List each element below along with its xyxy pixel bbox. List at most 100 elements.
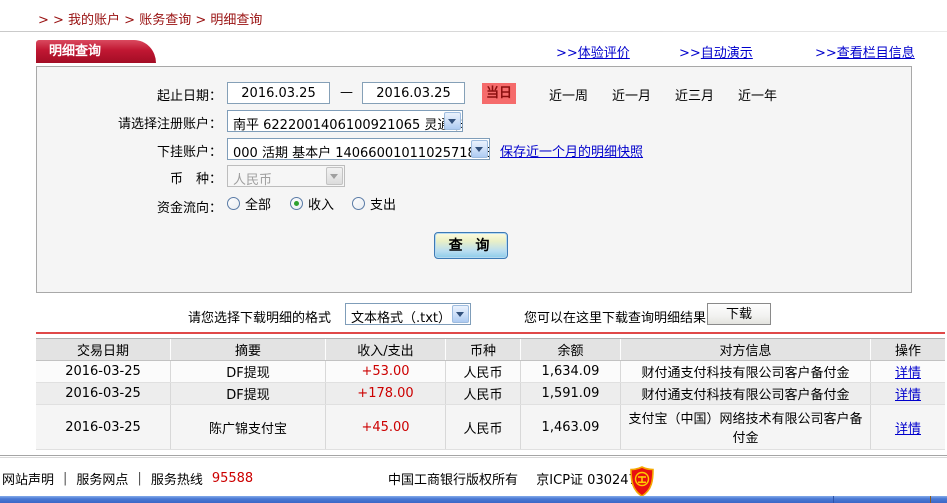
cell-summary: DF提现 [171, 361, 326, 382]
link-auto-demo[interactable]: >>自动演示 [679, 42, 753, 61]
date-range-label: 起止日期： [156, 89, 222, 104]
sub-account-select-value: 000 活期 基本户 1406600101102571848 [233, 146, 489, 161]
cell-currency: 人民币 [446, 405, 521, 449]
cell-currency: 人民币 [446, 361, 521, 382]
quick-range-year[interactable]: 近一年 [738, 85, 777, 104]
cell-counterparty: 财付通支付科技有限公司客户备付金 [621, 361, 871, 382]
query-button[interactable]: 查 询 [434, 232, 508, 259]
cell-summary: DF提现 [171, 383, 326, 404]
breadcrumb: > > 我的账户 > 账务查询 > 明细查询 [38, 13, 263, 28]
table-header-row: 交易日期 摘要 收入/支出 币种 余额 对方信息 操作 [36, 339, 945, 361]
date-separator: — [340, 85, 353, 100]
col-header-action: 操作 [894, 344, 921, 359]
col-header-counterparty: 对方信息 [621, 339, 871, 360]
detail-link[interactable]: 详情 [895, 362, 921, 381]
currency-label: 币 种： [169, 172, 222, 187]
account-select[interactable]: 南平 6222001406100921065 灵通卡 [227, 110, 463, 133]
link-prefix: >> [556, 46, 578, 61]
tab-label: 明细查询 [49, 44, 102, 59]
detail-link[interactable]: 详情 [895, 418, 921, 437]
sub-account-label: 下挂账户： [156, 145, 222, 160]
cell-amount: +178.00 [326, 383, 446, 404]
date-to-input[interactable] [362, 82, 465, 104]
chevron-down-icon [471, 140, 488, 158]
cell-counterparty: 财付通支付科技有限公司客户备付金 [621, 383, 871, 404]
footer-separator: | [63, 471, 68, 486]
account-label: 请选择注册账户： [117, 117, 222, 132]
radio-icon [290, 197, 303, 210]
table-row: 2016-03-25 DF提现 +53.00 人民币 1,634.09 财付通支… [36, 361, 945, 383]
cell-balance: 1,463.09 [521, 405, 621, 449]
date-from-input[interactable] [227, 82, 330, 104]
copyright-owner: 中国工商银行版权所有 [388, 473, 519, 488]
cell-amount: +45.00 [326, 405, 446, 449]
flow-radio-all[interactable]: 全部 [227, 194, 271, 213]
cell-balance: 1,591.09 [521, 383, 621, 404]
col-header-balance: 余额 [521, 339, 621, 360]
page: > > 我的账户 > 账务查询 > 明细查询 明细查询 >>体验评价 >>自动演… [0, 0, 947, 503]
quick-range-month[interactable]: 近一月 [612, 85, 651, 104]
cell-date: 2016-03-25 [36, 383, 171, 404]
flow-option-label: 支出 [370, 198, 397, 213]
flow-option-label: 全部 [245, 198, 272, 213]
footer-divider [0, 455, 947, 456]
footer-hotline-label[interactable]: 服务热线 [151, 469, 203, 488]
tab-detail-query: 明细查询 [36, 40, 156, 63]
download-format-select[interactable]: 文本格式（.txt） [345, 303, 471, 326]
footer-links: 网站声明 | 服务网点 | 服务热线 95588 [2, 469, 253, 488]
cell-currency: 人民币 [446, 383, 521, 404]
table-row: 2016-03-25 DF提现 +178.00 人民币 1,591.09 财付通… [36, 383, 945, 405]
download-button[interactable]: 下载 [707, 303, 771, 325]
account-select-value: 南平 6222001406100921065 灵通卡 [233, 118, 462, 133]
link-prefix: >> [815, 46, 837, 61]
query-form-panel: 起止日期： — 当日 近一周 近一月 近三月 近一年 请选择注册账户： 南平 6… [36, 66, 912, 293]
header-divider [0, 31, 947, 32]
link-experience-rating[interactable]: >>体验评价 [556, 42, 630, 61]
cell-date: 2016-03-25 [36, 361, 171, 382]
bottom-status-bar [0, 496, 947, 503]
cell-amount: +53.00 [326, 361, 446, 382]
link-label: 自动演示 [700, 46, 753, 61]
col-header-amount: 收入/支出 [326, 339, 446, 360]
footer-hotline-number: 95588 [211, 471, 254, 486]
link-label: 体验评价 [577, 46, 630, 61]
flow-radio-expense[interactable]: 支出 [352, 194, 396, 213]
col-header-date: 交易日期 [36, 339, 171, 360]
table-row: 2016-03-25 陈广锦支付宝 +45.00 人民币 1,463.09 支付… [36, 405, 945, 450]
today-button[interactable]: 当日 [482, 83, 516, 104]
download-format-label: 请您选择下载明细的格式 [188, 311, 332, 326]
chevron-down-icon [452, 305, 469, 323]
radio-icon [352, 197, 365, 210]
snapshot-link[interactable]: 保存近一个月的明细快照 [500, 141, 643, 160]
flow-option-label: 收入 [308, 198, 335, 213]
security-badge-icon [630, 466, 654, 497]
cell-summary: 陈广锦支付宝 [171, 405, 326, 449]
status-bar-divider [833, 496, 834, 503]
col-header-summary: 摘要 [171, 339, 326, 360]
cell-date: 2016-03-25 [36, 405, 171, 449]
link-view-column-info[interactable]: >>查看栏目信息 [815, 42, 915, 61]
cell-balance: 1,634.09 [521, 361, 621, 382]
flow-label: 资金流向： [156, 201, 222, 216]
footer-separator: | [137, 471, 142, 486]
currency-select: 人民币 [227, 165, 345, 188]
quick-range-quarter[interactable]: 近三月 [675, 85, 714, 104]
chevron-down-icon [326, 167, 343, 185]
status-bar-divider [930, 496, 931, 503]
results-table: 交易日期 摘要 收入/支出 币种 余额 对方信息 操作 2016-03-25 D… [36, 338, 945, 450]
quick-range-week[interactable]: 近一周 [549, 85, 588, 104]
footer-link-service-outlets[interactable]: 服务网点 [76, 469, 128, 488]
footer-divider-light [0, 457, 947, 458]
download-hint: 您可以在这里下载查询明细结果 [524, 311, 707, 326]
footer-link-site-statement[interactable]: 网站声明 [2, 469, 54, 488]
cell-counterparty: 支付宝（中国）网络技术有限公司客户备付金 [621, 405, 871, 449]
flow-radio-income[interactable]: 收入 [290, 194, 334, 213]
table-top-accent-line [36, 332, 945, 334]
link-prefix: >> [679, 46, 701, 61]
link-label: 查看栏目信息 [836, 46, 915, 61]
copyright-text: 中国工商银行版权所有 京ICP证 030247号 [388, 469, 650, 488]
detail-link[interactable]: 详情 [895, 384, 921, 403]
col-header-currency: 币种 [446, 339, 521, 360]
radio-icon [227, 197, 240, 210]
sub-account-select[interactable]: 000 活期 基本户 1406600101102571848 [227, 138, 490, 161]
